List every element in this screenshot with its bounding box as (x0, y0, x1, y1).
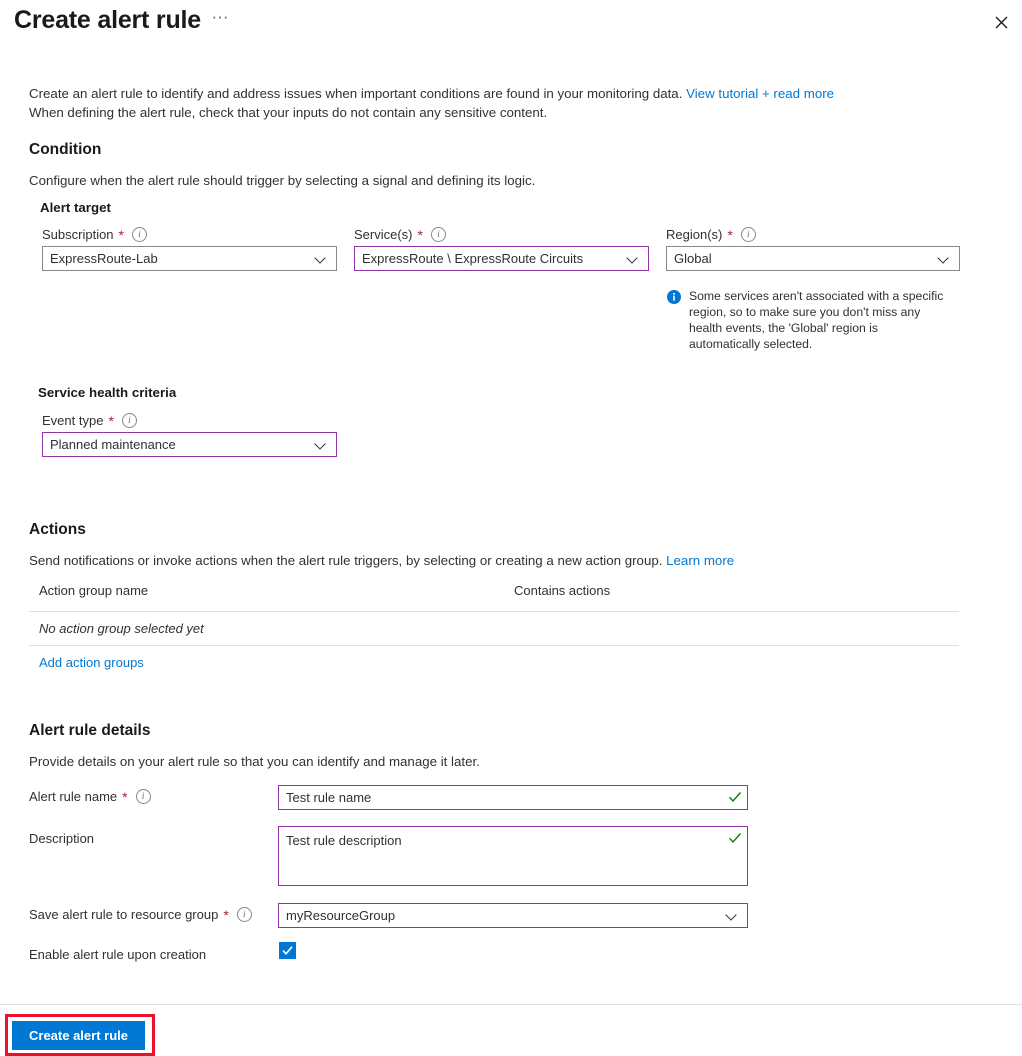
event-type-required-star: * (108, 412, 114, 429)
close-icon[interactable] (986, 7, 1016, 37)
subscription-label-text: Subscription (42, 227, 114, 242)
subscription-required-star: * (118, 226, 124, 243)
actions-section-title: Actions (29, 521, 86, 538)
alert-rule-name-label-text: Alert rule name (29, 789, 118, 804)
alert-target-subtitle: Alert target (40, 200, 111, 215)
table-row: No action group selected yet (29, 612, 959, 646)
region-info-text: Some services aren't associated with a s… (689, 289, 944, 351)
condition-section-description: Configure when the alert rule should tri… (29, 173, 536, 188)
actions-description-text: Send notifications or invoke actions whe… (29, 553, 667, 568)
services-required-star: * (417, 226, 423, 243)
actions-section-description: Send notifications or invoke actions whe… (29, 553, 734, 568)
table-header-row: Action group name Contains actions (29, 583, 959, 612)
event-type-dropdown[interactable]: Planned maintenance (42, 432, 337, 457)
alert-rule-details-title: Alert rule details (29, 722, 151, 739)
services-dropdown[interactable]: ExpressRoute \ ExpressRoute Circuits (354, 246, 649, 271)
more-options-button[interactable]: ··· (208, 8, 232, 34)
resource-group-label-text: Save alert rule to resource group (29, 907, 219, 922)
alert-rule-name-required-star: * (122, 788, 128, 805)
condition-section-title: Condition (29, 141, 102, 158)
info-icon[interactable]: i (430, 227, 446, 242)
alert-rule-name-input[interactable]: Test rule name (278, 785, 748, 810)
info-icon[interactable]: i (132, 227, 147, 242)
services-label: Service(s) * i (354, 227, 446, 242)
empty-state-text: No action group selected yet (39, 621, 204, 636)
enable-rule-label-text: Enable alert rule upon creation (29, 947, 207, 962)
column-header-contains-actions: Contains actions (514, 583, 611, 598)
subscription-label: Subscription * i (42, 227, 147, 242)
intro-line-2: When defining the alert rule, check that… (29, 104, 548, 120)
column-header-action-group-name: Action group name (39, 583, 149, 598)
intro-line-1: Create an alert rule to identify and add… (29, 86, 687, 101)
regions-label-text: Region(s) (666, 227, 723, 242)
event-type-label-text: Event type (42, 413, 104, 428)
regions-label: Region(s) * i (666, 227, 756, 242)
info-icon[interactable]: i (236, 907, 252, 922)
info-icon[interactable]: i (121, 413, 137, 428)
add-action-groups-row: Add action groups (29, 646, 959, 678)
intro-text: Create an alert rule to identify and add… (29, 85, 929, 122)
enable-alert-rule-checkbox[interactable] (279, 942, 296, 959)
info-icon[interactable]: i (740, 227, 756, 242)
footer-divider (0, 1004, 1022, 1005)
resource-group-dropdown[interactable]: myResourceGroup (278, 903, 748, 928)
resource-group-label: Save alert rule to resource group * i (29, 907, 252, 922)
alert-rule-name-label: Alert rule name * i (29, 789, 151, 804)
info-circle-icon (667, 290, 681, 304)
create-alert-rule-button[interactable]: Create alert rule (12, 1021, 145, 1050)
service-health-criteria-subtitle: Service health criteria (38, 385, 177, 400)
page-title: Create alert rule (14, 6, 201, 34)
regions-required-star: * (727, 226, 733, 243)
services-label-text: Service(s) (354, 227, 413, 242)
info-icon[interactable]: i (135, 789, 151, 804)
description-label: Description (29, 831, 94, 846)
action-groups-table: Action group name Contains actions No ac… (29, 583, 959, 678)
subscription-dropdown[interactable]: ExpressRoute-Lab (42, 246, 337, 271)
alert-rule-details-description: Provide details on your alert rule so th… (29, 754, 480, 769)
page-header: Create alert rule ··· (0, 0, 1022, 52)
enable-rule-label: Enable alert rule upon creation (29, 947, 206, 962)
add-action-groups-link[interactable]: Add action groups (39, 655, 144, 670)
description-textarea[interactable]: Test rule description (278, 826, 748, 886)
regions-dropdown[interactable]: Global (666, 246, 960, 271)
region-info-callout: Some services aren't associated with a s… (667, 288, 952, 352)
event-type-label: Event type * i (42, 413, 137, 428)
learn-more-link[interactable]: Learn more (666, 553, 734, 568)
description-label-text: Description (29, 831, 95, 846)
view-tutorial-link[interactable]: View tutorial + read more (686, 86, 834, 101)
resource-group-required-star: * (223, 906, 229, 923)
